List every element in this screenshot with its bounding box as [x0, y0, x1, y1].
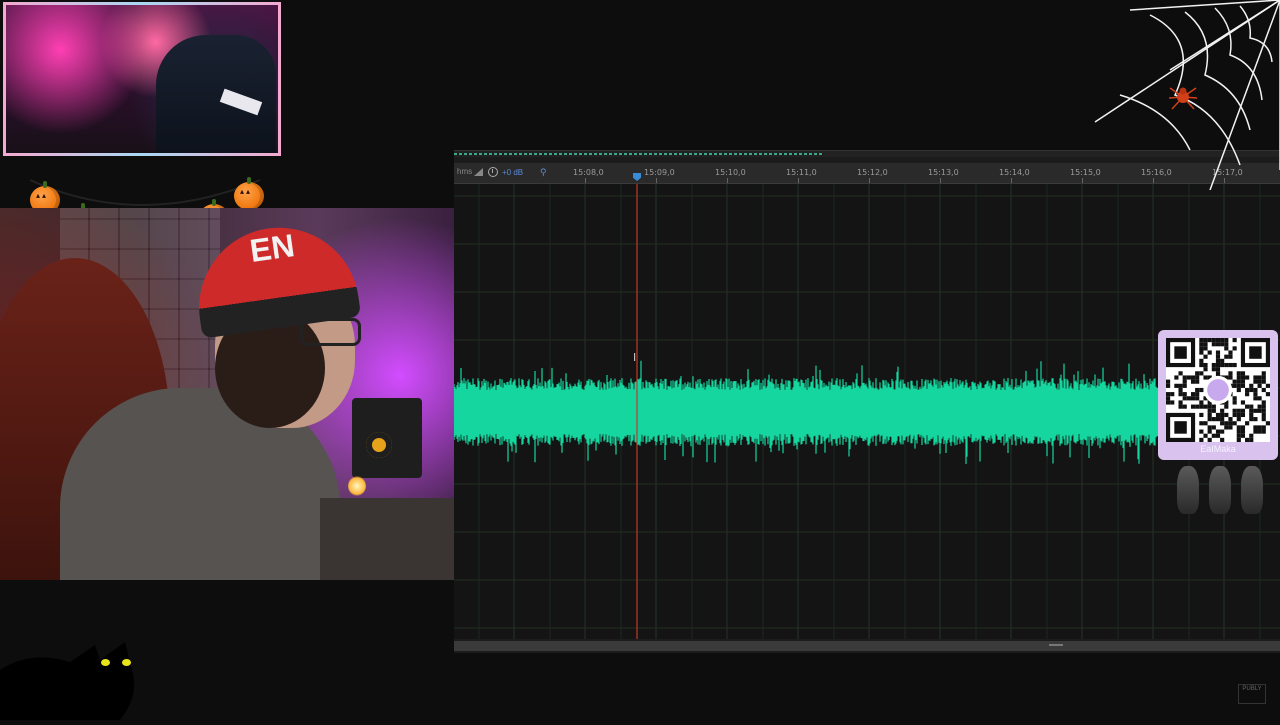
ruler-tick-label: 15:13,0 [928, 168, 959, 177]
ruler-tick-label: 15:10,0 [715, 168, 746, 177]
bat-icon [1177, 466, 1199, 514]
ruler-tick [727, 178, 728, 183]
ruler-tick [1011, 178, 1012, 183]
studio-monitor-speaker [352, 398, 422, 478]
ruler-tick [585, 178, 586, 183]
pumpkin-icon [234, 177, 264, 210]
webcam-streamer-view: EN [0, 208, 454, 580]
webcam-room-view [3, 2, 281, 156]
time-format-label[interactable]: hms [457, 167, 472, 176]
volume-icon[interactable] [474, 168, 483, 176]
qr-caption: EaIMaka [1200, 444, 1236, 454]
waveform-canvas[interactable]: I [454, 184, 1280, 639]
hat-lettering: EN [247, 227, 297, 269]
horizontal-scrollbar[interactable] [454, 641, 1280, 651]
candle-light [348, 476, 366, 496]
pin-icon[interactable]: ⚲ [540, 167, 547, 178]
ruler-tick [1082, 178, 1083, 183]
ruler-tick-label: 15:11,0 [786, 168, 817, 177]
qr-code[interactable] [1166, 338, 1270, 442]
hanging-bats [1175, 466, 1270, 516]
scrollbar-thumb[interactable] [1049, 644, 1063, 646]
ruler-tick [798, 178, 799, 183]
playhead-marker[interactable] [633, 173, 641, 181]
volume-db-label[interactable]: +0 dB [502, 168, 523, 177]
qr-code-card[interactable]: EaIMaka [1158, 330, 1278, 460]
glasses [300, 318, 361, 346]
ruler-tick [869, 178, 870, 183]
qr-center-logo [1203, 375, 1233, 405]
cat-eye [101, 659, 110, 666]
audio-editor-panel: hms +0 dB ⚲ 15:08,0 15:09,0 15:10,0 15:11,0… [454, 150, 1280, 653]
ruler-tick [940, 178, 941, 183]
cat-eye [122, 659, 131, 666]
waveform-display[interactable]: I [454, 184, 1280, 639]
bat-icon [1209, 466, 1231, 514]
ruler-tick-label: 15:14,0 [999, 168, 1030, 177]
desk [320, 498, 454, 580]
spider-icon [1168, 87, 1198, 110]
ruler-tick-label: 15:12,0 [857, 168, 888, 177]
ruler-tick-label: 15:09,0 [644, 168, 675, 177]
text-cursor-icon: I [633, 351, 636, 364]
channel-logo: PUBLY [1238, 684, 1266, 704]
black-cat-icon [0, 620, 150, 720]
ruler-tick-label: 15:08,0 [573, 168, 604, 177]
bat-icon [1241, 466, 1263, 514]
ruler-tick [656, 178, 657, 183]
clock-icon[interactable] [488, 167, 498, 177]
person-silhouette [156, 35, 276, 153]
